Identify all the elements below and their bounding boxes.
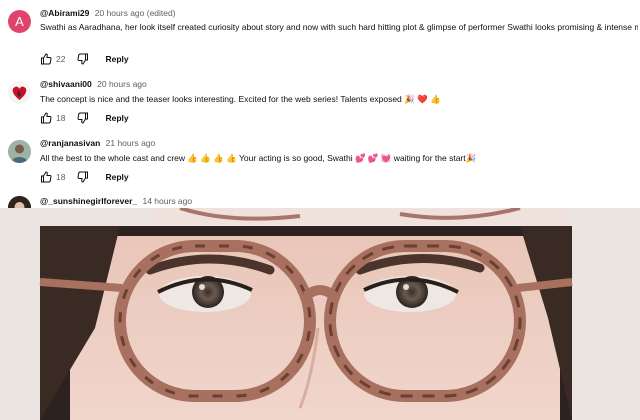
- comment-author[interactable]: @shivaani00: [40, 79, 92, 89]
- comment-header: @shivaani00 20 hours ago: [40, 79, 147, 89]
- comment-actions: 22 Reply: [40, 53, 129, 65]
- video-frame[interactable]: [0, 208, 640, 420]
- comment-actions: 18 Reply: [40, 112, 129, 124]
- dislike-icon[interactable]: [77, 53, 89, 65]
- comment-text: All the best to the whole cast and crew …: [40, 153, 477, 163]
- like-count: 22: [56, 54, 66, 64]
- video-still-image: [0, 208, 640, 420]
- like-count: 18: [56, 172, 66, 182]
- like-icon[interactable]: [40, 112, 52, 124]
- comment-author[interactable]: @_sunshinegirlforever_: [40, 196, 137, 206]
- comment-header: @ranjanasivan 21 hours ago: [40, 138, 155, 148]
- like-icon[interactable]: [40, 53, 52, 65]
- comment-text: The concept is nice and the teaser looks…: [40, 94, 441, 104]
- comment-text: Swathi as Aaradhana, her look itself cre…: [40, 22, 638, 32]
- reply-button[interactable]: Reply: [105, 113, 128, 123]
- comment-timestamp[interactable]: 14 hours ago: [142, 196, 192, 206]
- reply-button[interactable]: Reply: [105, 54, 128, 64]
- dislike-icon[interactable]: [77, 171, 89, 183]
- avatar[interactable]: A: [8, 10, 31, 33]
- like-icon[interactable]: [40, 171, 52, 183]
- comment-author[interactable]: @ranjanasivan: [40, 138, 100, 148]
- comment-timestamp[interactable]: 20 hours ago (edited): [95, 8, 176, 18]
- dislike-icon[interactable]: [77, 112, 89, 124]
- reply-button[interactable]: Reply: [105, 172, 128, 182]
- avatar[interactable]: [8, 81, 31, 104]
- comment-timestamp[interactable]: 20 hours ago: [97, 79, 147, 89]
- like-count: 18: [56, 113, 66, 123]
- avatar-letter: A: [15, 14, 24, 29]
- comment-actions: 18 Reply: [40, 171, 129, 183]
- comment-header: @Abirami29 20 hours ago (edited): [40, 8, 176, 18]
- comment-timestamp[interactable]: 21 hours ago: [106, 138, 156, 148]
- comment-header: @_sunshinegirlforever_ 14 hours ago: [40, 196, 192, 206]
- comment-author[interactable]: @Abirami29: [40, 8, 89, 18]
- avatar[interactable]: [8, 140, 31, 163]
